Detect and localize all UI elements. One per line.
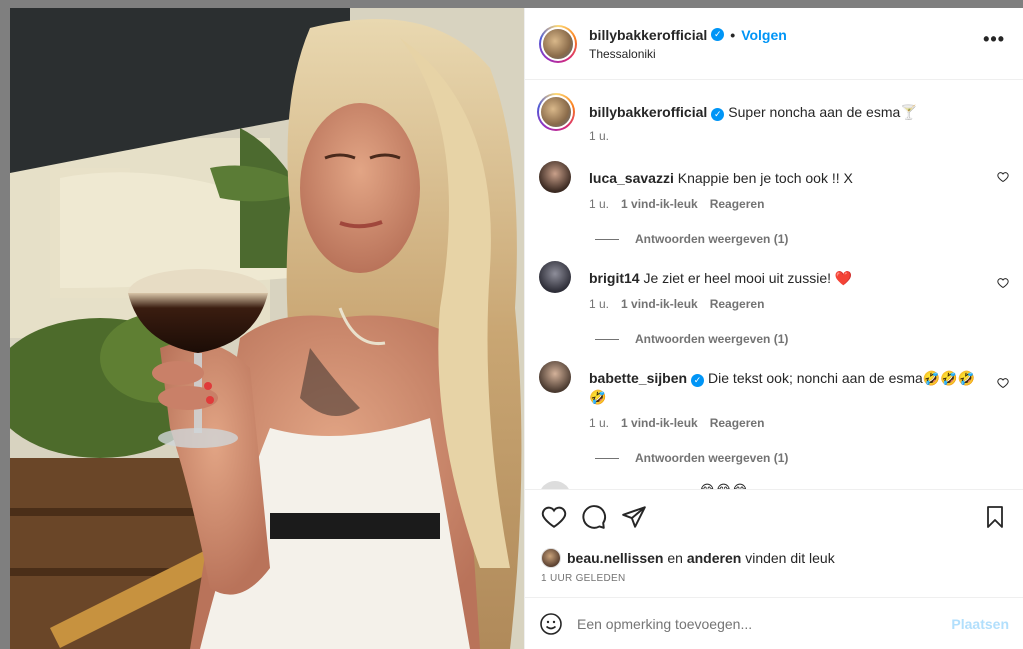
emoji-smiley-icon[interactable]	[539, 612, 563, 636]
view-replies-label: Antwoorden weergeven (1)	[635, 332, 789, 346]
commenter-avatar[interactable]	[539, 261, 571, 293]
divider-line	[595, 238, 619, 240]
likes-others-link[interactable]: anderen	[687, 550, 741, 566]
post-photo[interactable]	[10, 8, 524, 649]
commenter-avatar[interactable]	[539, 161, 571, 193]
commenter-avatar[interactable]	[539, 361, 571, 393]
verified-badge-icon: ✓	[711, 108, 725, 121]
more-options-icon[interactable]: •••	[983, 30, 1005, 48]
caption-time[interactable]: 1 u.	[589, 129, 609, 143]
comment-likes[interactable]: 1 vind-ik-leuk	[621, 197, 698, 211]
reply-button[interactable]: Reageren	[710, 197, 765, 211]
comment-text: Je ziet er heel mooi uit zussie! ❤️	[643, 270, 853, 286]
like-comment-heart-icon[interactable]	[997, 171, 1009, 183]
view-replies-button[interactable]: Antwoorden weergeven (1)	[595, 332, 788, 346]
commenter-avatar[interactable]	[539, 481, 571, 489]
comment-time[interactable]: 1 u.	[589, 297, 609, 311]
divider-line	[595, 338, 619, 340]
caption-username[interactable]: billybakkerofficial	[589, 104, 707, 120]
like-heart-icon[interactable]	[541, 504, 567, 530]
comment-username[interactable]: babette_sijben	[589, 370, 687, 386]
divider-line	[595, 457, 619, 459]
caption-text: Super noncha aan de esma🍸	[728, 104, 918, 120]
separator-dot: •	[730, 26, 736, 43]
post-details-panel: billybakkerofficial ✓ • Volgen Thessalon…	[524, 8, 1023, 649]
verified-badge-icon: ✓	[691, 374, 705, 387]
verified-badge-icon: ✓	[711, 28, 725, 41]
liker-username[interactable]: beau.nellissen	[567, 550, 663, 566]
post-modal: billybakkerofficial ✓ • Volgen Thessalon…	[10, 8, 1023, 649]
like-comment-heart-icon[interactable]	[997, 277, 1009, 289]
post-location[interactable]: Thessaloniki	[589, 47, 787, 61]
share-paper-plane-icon[interactable]	[621, 504, 647, 530]
comment-username[interactable]: brigit14	[589, 270, 640, 286]
comment-likes[interactable]: 1 vind-ik-leuk	[621, 416, 698, 430]
view-replies-label: Antwoorden weergeven (1)	[635, 232, 789, 246]
comment-text: 😂😂😂	[699, 482, 748, 489]
comment-likes[interactable]: 1 vind-ik-leuk	[621, 297, 698, 311]
follow-button[interactable]: Volgen	[741, 27, 787, 43]
author-username[interactable]: billybakkerofficial	[589, 27, 707, 43]
author-avatar[interactable]	[539, 24, 577, 63]
bookmark-save-icon[interactable]	[983, 504, 1007, 530]
add-comment-bar: Plaatsen	[525, 597, 1023, 649]
likes-connector: en	[667, 550, 683, 566]
view-replies-button[interactable]: Antwoorden weergeven (1)	[595, 232, 788, 246]
likes-suffix: vinden dit leuk	[745, 550, 835, 566]
view-replies-label: Antwoorden weergeven (1)	[635, 451, 789, 465]
comment-bubble-icon[interactable]	[581, 504, 607, 530]
likes-summary: beau.nellissen en anderen vinden dit leu…	[541, 548, 835, 568]
post-header: billybakkerofficial ✓ • Volgen Thessalon…	[525, 8, 1023, 80]
reply-button[interactable]: Reageren	[710, 297, 765, 311]
comments-list[interactable]: billybakkerofficial ✓ Super noncha aan de …	[525, 81, 1023, 489]
post-actions: beau.nellissen en anderen vinden dit leu…	[525, 489, 1023, 649]
view-replies-button[interactable]: Antwoorden weergeven (1)	[595, 451, 788, 465]
post-image	[10, 8, 524, 649]
comment-time[interactable]: 1 u.	[589, 197, 609, 211]
comment-time[interactable]: 1 u.	[589, 416, 609, 430]
post-comment-button[interactable]: Plaatsen	[951, 616, 1009, 632]
post-timestamp[interactable]: 1 UUR GELEDEN	[541, 573, 625, 584]
caption-avatar[interactable]	[537, 93, 575, 131]
comment-input[interactable]	[577, 616, 952, 632]
like-comment-heart-icon[interactable]	[997, 377, 1009, 389]
liker-avatar[interactable]	[541, 548, 561, 568]
comment-username[interactable]: luca_savazzi	[589, 170, 674, 186]
comment-text: Knappie ben je toch ook !! X	[677, 170, 853, 186]
reply-button[interactable]: Reageren	[710, 416, 765, 430]
